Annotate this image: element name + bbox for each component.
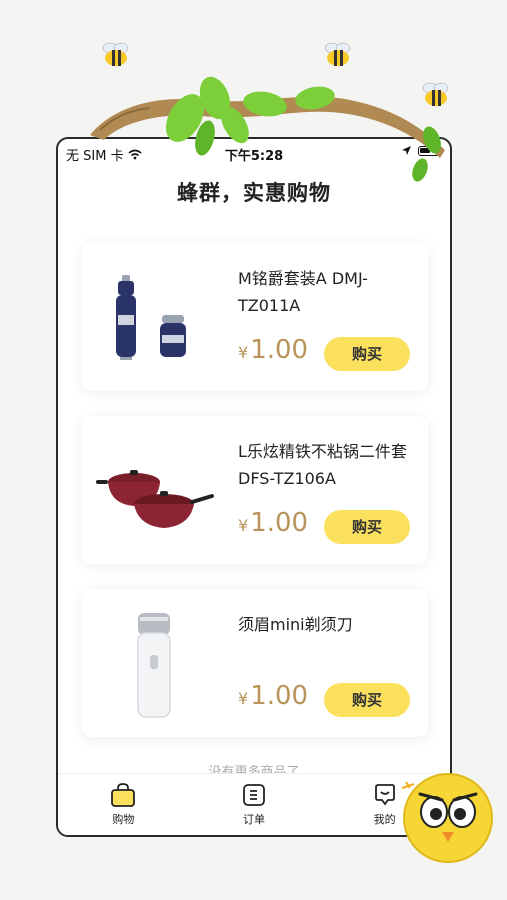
profile-icon bbox=[374, 783, 395, 805]
bee-icon bbox=[422, 82, 449, 106]
price-value: 1.00 bbox=[250, 681, 309, 711]
location-arrow-icon bbox=[402, 146, 411, 155]
tab-shopping[interactable]: 购物 bbox=[58, 774, 189, 835]
tab-label: 购物 bbox=[112, 812, 135, 826]
price-value: 1.00 bbox=[250, 508, 309, 538]
nonstick-pan-set-image bbox=[96, 470, 214, 528]
buy-button[interactable]: 购买 bbox=[324, 510, 410, 544]
product-card[interactable]: M铭爵套装A DMJ-TZ011A ¥1.00 购买 bbox=[82, 243, 428, 391]
battery-icon bbox=[418, 145, 440, 156]
price-value: 1.00 bbox=[250, 335, 309, 365]
product-name: M铭爵套装A DMJ-TZ011A bbox=[238, 269, 368, 315]
mini-shaver-image bbox=[137, 613, 171, 718]
product-name: L乐炫精铁不粘锅二件套DFS-TZ106A bbox=[238, 442, 407, 488]
buy-button[interactable]: 购买 bbox=[324, 337, 410, 371]
currency-symbol: ¥ bbox=[238, 343, 249, 362]
product-price: ¥1.00 bbox=[238, 335, 308, 365]
phone-screen: 无 SIM 卡 下午5:28 蜂群，实惠购物 M铭爵套装A DMJ-TZ011A… bbox=[56, 137, 452, 837]
currency-symbol: ¥ bbox=[238, 516, 249, 535]
bottom-tab-bar: 购物 订单 我的 bbox=[58, 773, 450, 835]
buy-button[interactable]: 购买 bbox=[324, 683, 410, 717]
bee-mascot-icon bbox=[401, 773, 493, 863]
order-icon bbox=[243, 783, 265, 806]
status-time: 下午5:28 bbox=[224, 149, 284, 164]
status-bar: 无 SIM 卡 下午5:28 bbox=[58, 139, 450, 167]
product-price: ¥1.00 bbox=[238, 508, 308, 538]
product-card[interactable]: L乐炫精铁不粘锅二件套DFS-TZ106A ¥1.00 购买 bbox=[82, 416, 428, 564]
product-card[interactable]: 须眉mini剃须刀 ¥1.00 购买 bbox=[82, 589, 428, 737]
bee-icon bbox=[102, 42, 129, 66]
page-title: 蜂群，实惠购物 bbox=[177, 181, 331, 205]
bee-icon bbox=[324, 42, 351, 66]
product-name: 须眉mini剃须刀 bbox=[238, 615, 353, 634]
tab-label: 我的 bbox=[373, 812, 396, 826]
shopping-bag-icon bbox=[111, 782, 136, 807]
tab-orders[interactable]: 订单 bbox=[189, 774, 320, 835]
currency-symbol: ¥ bbox=[238, 689, 249, 708]
product-price: ¥1.00 bbox=[238, 681, 308, 711]
vacuum-flask-set-image bbox=[116, 275, 186, 360]
tab-label: 订单 bbox=[243, 812, 265, 826]
